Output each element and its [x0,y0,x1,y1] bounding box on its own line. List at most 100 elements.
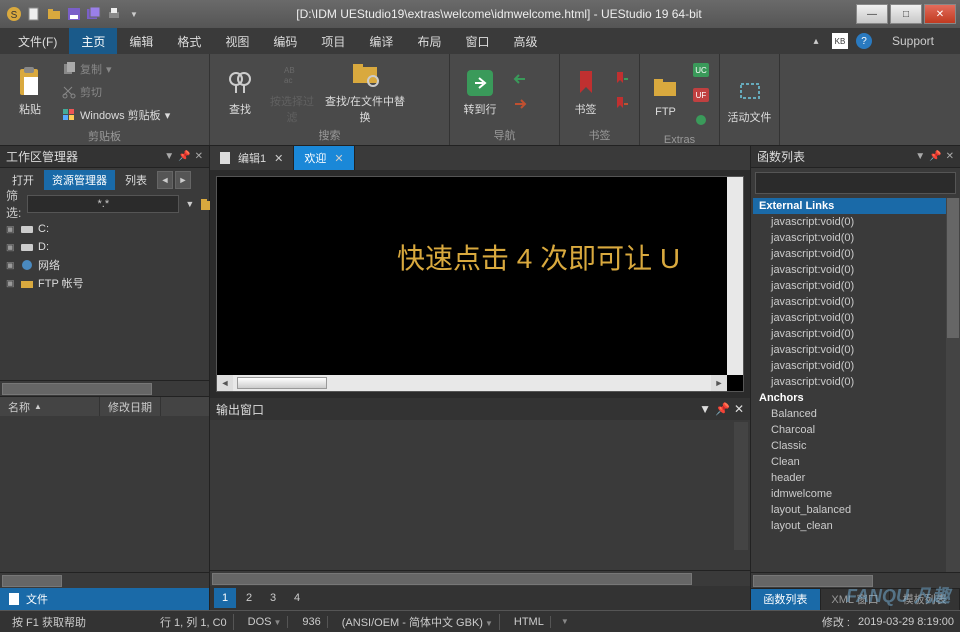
func-item[interactable]: Balanced [753,406,958,422]
nav-right-icon[interactable]: ► [175,171,191,189]
func-item[interactable]: Clean [753,454,958,470]
filter-dropdown-icon[interactable]: ▼ [185,199,194,209]
filter-input[interactable] [27,195,179,213]
paste-button[interactable]: 粘贴 [6,67,54,117]
pin-icon[interactable]: 📌 [929,151,941,162]
bm-next-icon[interactable] [609,67,633,91]
tab-edit1[interactable]: 编辑1✕ [210,146,294,170]
col-date[interactable]: 修改日期 [100,397,161,416]
tree-node[interactable]: ▣网络 [6,256,203,274]
func-item[interactable]: javascript:void(0) [753,374,958,390]
func-header[interactable]: External Links [753,198,958,214]
menu-advanced[interactable]: 高级 [501,28,549,54]
pane-close-icon[interactable]: ✕ [734,402,744,416]
editor-viewport[interactable]: 快速点击 4 次即可让 U ◄ ► [216,176,744,392]
tab-explorer[interactable]: 资源管理器 [44,170,115,190]
bookmark-button[interactable]: 书签 [566,67,605,117]
nav-back-icon[interactable] [508,67,532,91]
status-enc[interactable]: (ANSI/OEM - 简体中文 GBK)▼ [336,614,500,630]
editor-vscroll[interactable] [727,177,743,375]
tab-close-icon[interactable]: ✕ [334,152,343,165]
collapse-icon[interactable]: ▴ [808,33,824,49]
tree-hscroll[interactable] [0,380,209,396]
menu-window[interactable]: 窗口 [453,28,501,54]
support-link[interactable]: Support [880,34,946,48]
func-item[interactable]: javascript:void(0) [753,310,958,326]
btab-xml[interactable]: XML 窗口 [821,589,891,610]
nav-left-icon[interactable]: ◄ [157,171,173,189]
tab-close-icon[interactable]: ✕ [274,152,283,165]
find-button[interactable]: 查找 [216,67,264,117]
func-item[interactable]: header [753,470,958,486]
activefile-button[interactable]: 活动文件 [726,75,773,125]
editor-hscroll[interactable]: ◄ ► [217,375,727,391]
func-item[interactable]: javascript:void(0) [753,278,958,294]
tree-node[interactable]: ▣D: [6,238,203,256]
func-item[interactable]: javascript:void(0) [753,262,958,278]
func-vscroll[interactable] [946,198,960,572]
func-item[interactable]: layout_balanced [753,502,958,518]
cut-button[interactable]: 剪切 [58,81,174,103]
copy-button[interactable]: 复制 ▾ [58,58,174,80]
pane-close-icon[interactable]: ✕ [195,151,203,162]
scroll-left-icon[interactable]: ◄ [217,375,233,391]
func-item[interactable]: javascript:void(0) [753,342,958,358]
kb-icon[interactable]: KB [832,33,848,49]
print-icon[interactable] [106,6,122,22]
func-item[interactable]: javascript:void(0) [753,230,958,246]
uf-icon[interactable]: UF [689,83,713,107]
close-button[interactable]: ✕ [924,4,956,24]
save-icon[interactable] [66,6,82,22]
func-item[interactable]: javascript:void(0) [753,294,958,310]
col-name[interactable]: 名称▲ [0,397,100,416]
files-tab[interactable]: 文件 [0,588,209,610]
nav-fwd-icon[interactable] [508,92,532,116]
page-2[interactable]: 2 [238,588,260,608]
menu-view[interactable]: 视图 [213,28,261,54]
pane-menu-icon[interactable]: ▼ [164,151,174,162]
page-4[interactable]: 4 [286,588,308,608]
menu-layout[interactable]: 布局 [405,28,453,54]
func-search[interactable] [755,172,956,194]
output-vscroll[interactable] [734,422,748,550]
new-icon[interactable] [26,6,42,22]
uc-icon[interactable]: UC [689,58,713,82]
page-3[interactable]: 3 [262,588,284,608]
menu-format[interactable]: 格式 [165,28,213,54]
bm-prev-icon[interactable] [609,92,633,116]
saveall-icon[interactable] [86,6,102,22]
func-item[interactable]: Charcoal [753,422,958,438]
tab-list[interactable]: 列表 [117,170,155,190]
func-item[interactable]: Classic [753,438,958,454]
list-hscroll[interactable] [0,572,209,588]
pane-menu-icon[interactable]: ▼ [699,402,711,416]
func-header[interactable]: Anchors [753,390,958,406]
tree-node[interactable]: ▣FTP 帐号 [6,274,203,292]
winclipboard-button[interactable]: Windows 剪贴板 ▾ [58,104,174,126]
menu-home[interactable]: 主页 [69,28,117,54]
func-hscroll[interactable] [751,572,960,588]
menu-project[interactable]: 项目 [309,28,357,54]
scroll-right-icon[interactable]: ► [711,375,727,391]
replace-button[interactable]: 查找/在文件中替换 [320,59,410,125]
pin-icon[interactable]: 📌 [715,402,730,416]
func-item[interactable]: javascript:void(0) [753,326,958,342]
goto-button[interactable]: 转到行 [456,67,504,117]
pane-close-icon[interactable]: ✕ [946,151,954,162]
menu-edit[interactable]: 编辑 [117,28,165,54]
status-lang[interactable]: HTML [508,616,551,628]
func-item[interactable]: layout_clean [753,518,958,534]
tree-node[interactable]: ▣C: [6,220,203,238]
menu-file[interactable]: 文件(F) [6,28,69,54]
open-icon[interactable] [46,6,62,22]
pane-menu-icon[interactable]: ▼ [915,151,925,162]
btab-tpl[interactable]: 模板列表 [890,589,960,610]
pin-icon[interactable]: 📌 [178,151,190,162]
func-item[interactable]: javascript:void(0) [753,214,958,230]
status-dos[interactable]: DOS▼ [242,616,289,628]
ftp-button[interactable]: FTP [646,72,685,118]
func-item[interactable]: javascript:void(0) [753,358,958,374]
menu-encoding[interactable]: 编码 [261,28,309,54]
dropdown-icon[interactable]: ▼ [126,6,142,22]
tab-welcome[interactable]: 欢迎✕ [294,146,354,170]
